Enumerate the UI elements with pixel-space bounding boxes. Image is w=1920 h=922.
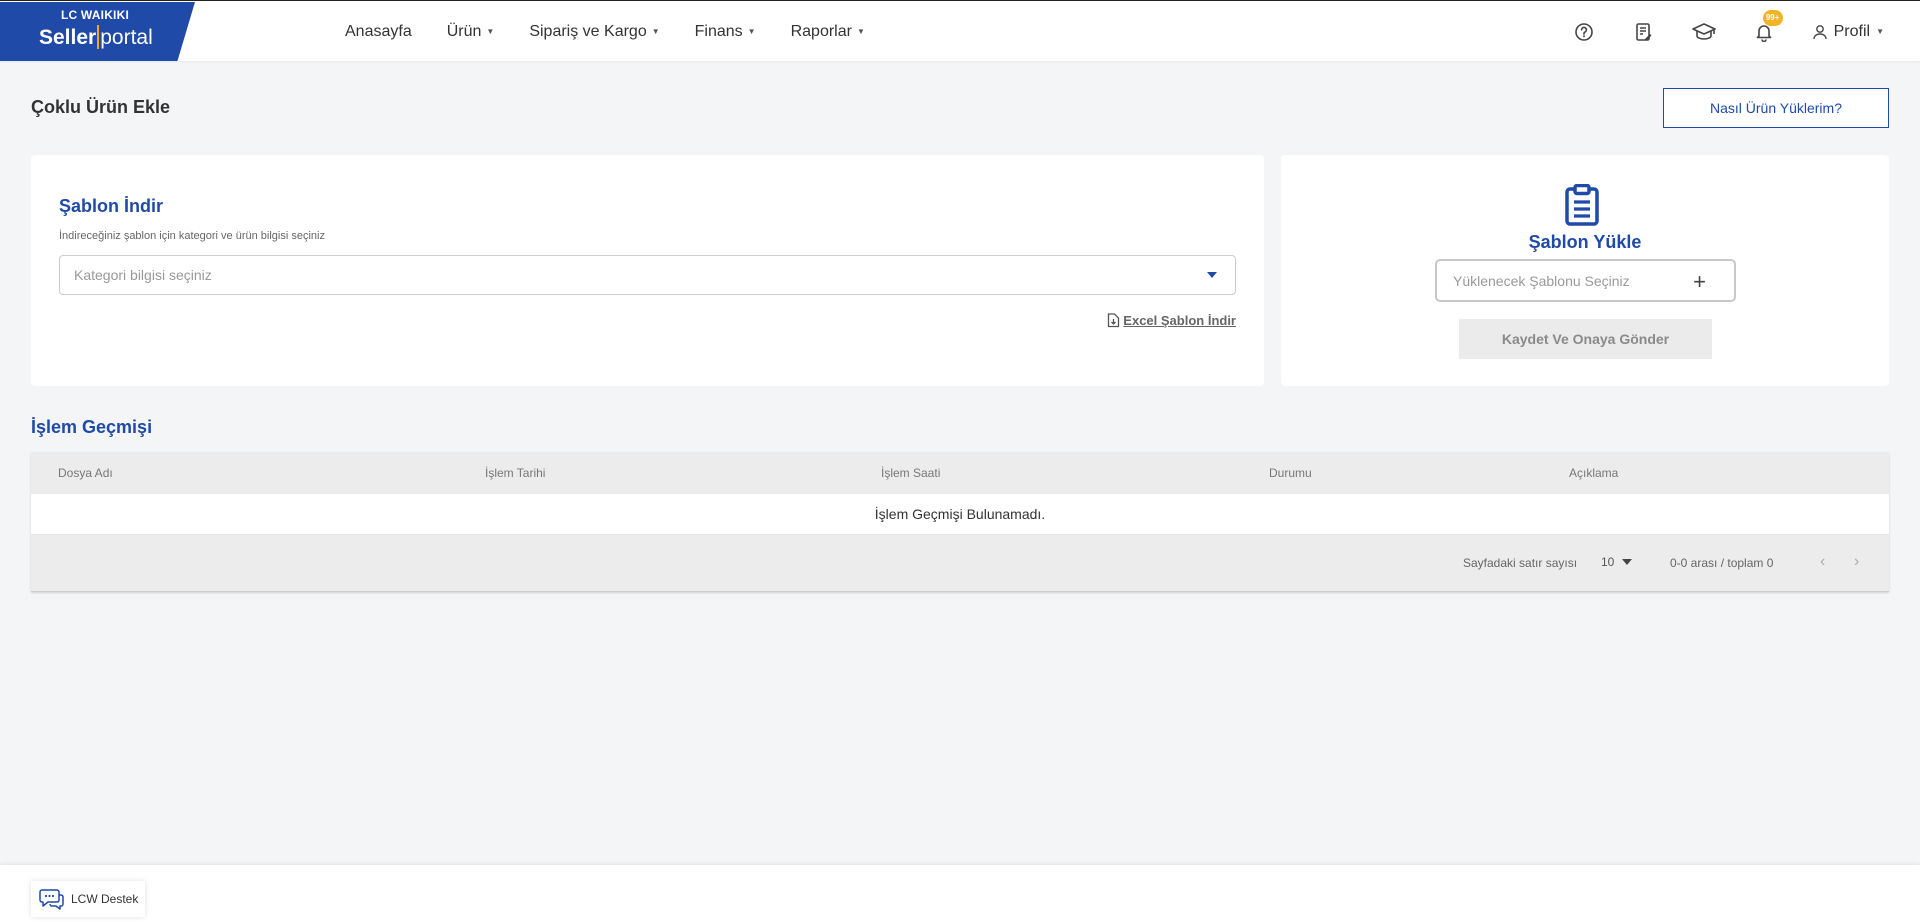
chevron-down-icon: ▼ bbox=[486, 27, 495, 36]
user-icon bbox=[1812, 24, 1827, 39]
excel-template-download-link[interactable]: Excel Şablon İndir bbox=[1107, 313, 1236, 328]
support-button[interactable]: LCW Destek bbox=[31, 881, 145, 917]
save-and-submit-button[interactable]: Kaydet Ve Onaya Gönder bbox=[1459, 319, 1712, 359]
nav-home[interactable]: Anasayfa bbox=[345, 23, 412, 41]
bottom-bar: LCW Destek bbox=[0, 865, 1920, 922]
logo-sub: Seller portal bbox=[39, 25, 153, 49]
empty-state-message: İşlem Geçmişi Bulunamadı. bbox=[31, 494, 1889, 535]
seller-portal-logo[interactable]: LC WAIKIKI Seller portal bbox=[0, 2, 195, 61]
table-pagination: Sayfadaki satır sayısı 10 0-0 arası / to… bbox=[31, 535, 1889, 592]
template-upload-card: Şablon Yükle Yüklenecek Şablonu Seçiniz … bbox=[1281, 155, 1889, 386]
support-label: LCW Destek bbox=[71, 892, 139, 906]
file-download-icon bbox=[1108, 313, 1120, 328]
profile-label: Profil bbox=[1833, 22, 1871, 40]
plus-icon: + bbox=[1693, 269, 1706, 294]
rows-per-page-value: 10 bbox=[1601, 555, 1615, 569]
download-description: İndireceğiniz şablon için kategori ve ür… bbox=[59, 230, 325, 242]
download-title: Şablon İndir bbox=[59, 196, 164, 216]
bell-icon[interactable]: 99+ bbox=[1752, 9, 1783, 44]
rows-per-page-select[interactable]: 10 bbox=[1601, 555, 1633, 569]
template-file-input[interactable]: Yüklenecek Şablonu Seçiniz + bbox=[1435, 259, 1736, 302]
how-to-upload-button[interactable]: Nasıl Ürün Yüklerim? bbox=[1663, 88, 1889, 128]
chevron-down-icon: ▼ bbox=[651, 27, 660, 36]
header-actions: 99+ Profil ▼ bbox=[1572, 1, 1884, 62]
notification-badge: 99+ bbox=[1762, 9, 1783, 26]
nav-reports[interactable]: Raporlar ▼ bbox=[791, 23, 865, 41]
chevron-down-icon: ▼ bbox=[747, 27, 756, 36]
dropdown-arrow-icon bbox=[1622, 559, 1633, 565]
nav-product[interactable]: Ürün ▼ bbox=[447, 23, 495, 41]
history-table: Dosya Adı İşlem Tarihi İşlem Saati Durum… bbox=[31, 452, 1889, 592]
table-header: Dosya Adı İşlem Tarihi İşlem Saati Durum… bbox=[31, 452, 1889, 494]
profile-menu[interactable]: Profil ▼ bbox=[1812, 23, 1884, 41]
main-nav: Anasayfa Ürün ▼ Sipariş ve Kargo ▼ Finans ▼… bbox=[345, 1, 865, 62]
page-title: Çoklu Ürün Ekle bbox=[31, 97, 171, 117]
chat-icon bbox=[39, 889, 64, 910]
chevron-right-icon[interactable]: › bbox=[1854, 553, 1859, 571]
help-icon[interactable] bbox=[1572, 20, 1596, 44]
excel-link-label: Excel Şablon İndir bbox=[1123, 313, 1236, 328]
chevron-down-icon: ▼ bbox=[1876, 27, 1884, 36]
dropdown-arrow-icon bbox=[1207, 272, 1217, 278]
nav-orders[interactable]: Sipariş ve Kargo ▼ bbox=[529, 23, 659, 41]
category-select-placeholder: Kategori bilgisi seçiniz bbox=[74, 267, 212, 283]
column-header[interactable]: İşlem Saati bbox=[881, 466, 940, 480]
rows-per-page-label: Sayfadaki satır sayısı bbox=[1463, 556, 1578, 570]
column-header[interactable]: İşlem Tarihi bbox=[485, 466, 545, 480]
column-header[interactable]: Dosya Adı bbox=[58, 466, 113, 480]
history-title: İşlem Geçmişi bbox=[31, 417, 153, 437]
pagination-range: 0-0 arası / toplam 0 bbox=[1670, 556, 1774, 570]
column-header[interactable]: Durumu bbox=[1269, 466, 1312, 480]
nav-finance[interactable]: Finans ▼ bbox=[695, 23, 756, 41]
column-header[interactable]: Açıklama bbox=[1569, 466, 1618, 480]
chevron-left-icon[interactable]: ‹ bbox=[1820, 553, 1825, 571]
notes-icon[interactable] bbox=[1632, 20, 1656, 44]
file-input-placeholder: Yüklenecek Şablonu Seçiniz bbox=[1453, 272, 1630, 289]
top-navbar: LC WAIKIKI Seller portal Anasayfa Ürün ▼ S… bbox=[0, 0, 1920, 61]
chevron-down-icon: ▼ bbox=[856, 27, 865, 36]
category-select[interactable]: Kategori bilgisi seçiniz bbox=[59, 255, 1236, 295]
upload-title: Şablon Yükle bbox=[1528, 232, 1642, 252]
logo-brand: LC WAIKIKI bbox=[61, 8, 129, 22]
education-icon[interactable] bbox=[1691, 20, 1716, 44]
template-download-card: Şablon İndir İndireceğiniz şablon için k… bbox=[31, 155, 1264, 386]
clipboard-icon bbox=[1565, 184, 1599, 226]
